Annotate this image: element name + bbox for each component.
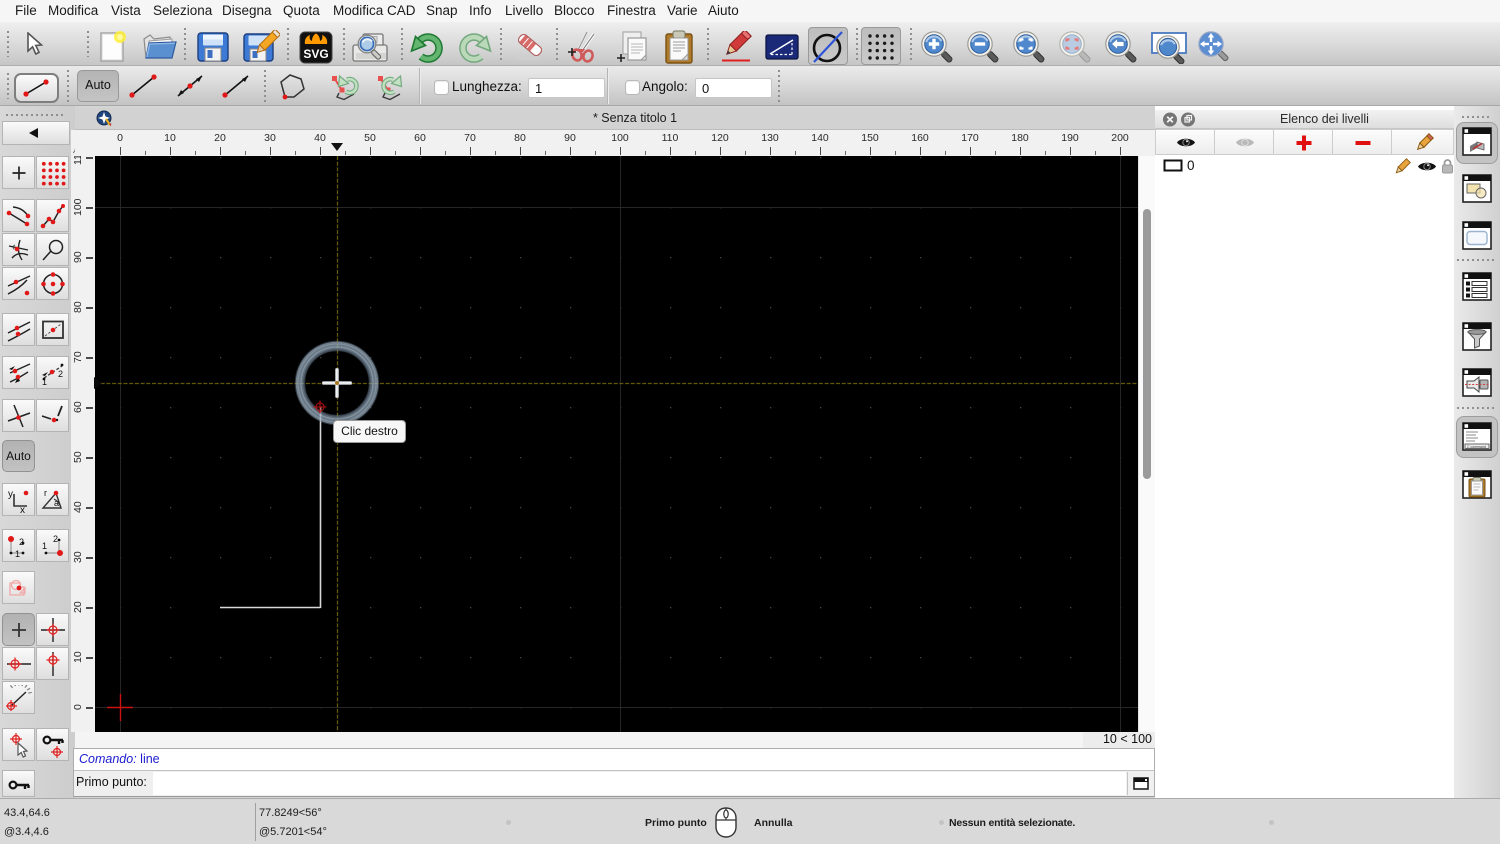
svg-text:y: y: [8, 489, 13, 500]
svg-text:1: 1: [42, 541, 47, 551]
svg-text:SVG: SVG: [303, 47, 328, 61]
svg-text:2: 2: [53, 534, 58, 544]
svg-text:2: 2: [19, 537, 24, 547]
svg-text:a: a: [54, 498, 59, 508]
svg-text:r: r: [44, 488, 47, 498]
svg-text:1: 1: [42, 377, 47, 386]
svg-text:C command: C command: [1467, 445, 1486, 449]
svg-text:1: 1: [15, 549, 20, 559]
svg-text:x: x: [20, 505, 25, 513]
svg-text:2: 2: [58, 369, 63, 379]
